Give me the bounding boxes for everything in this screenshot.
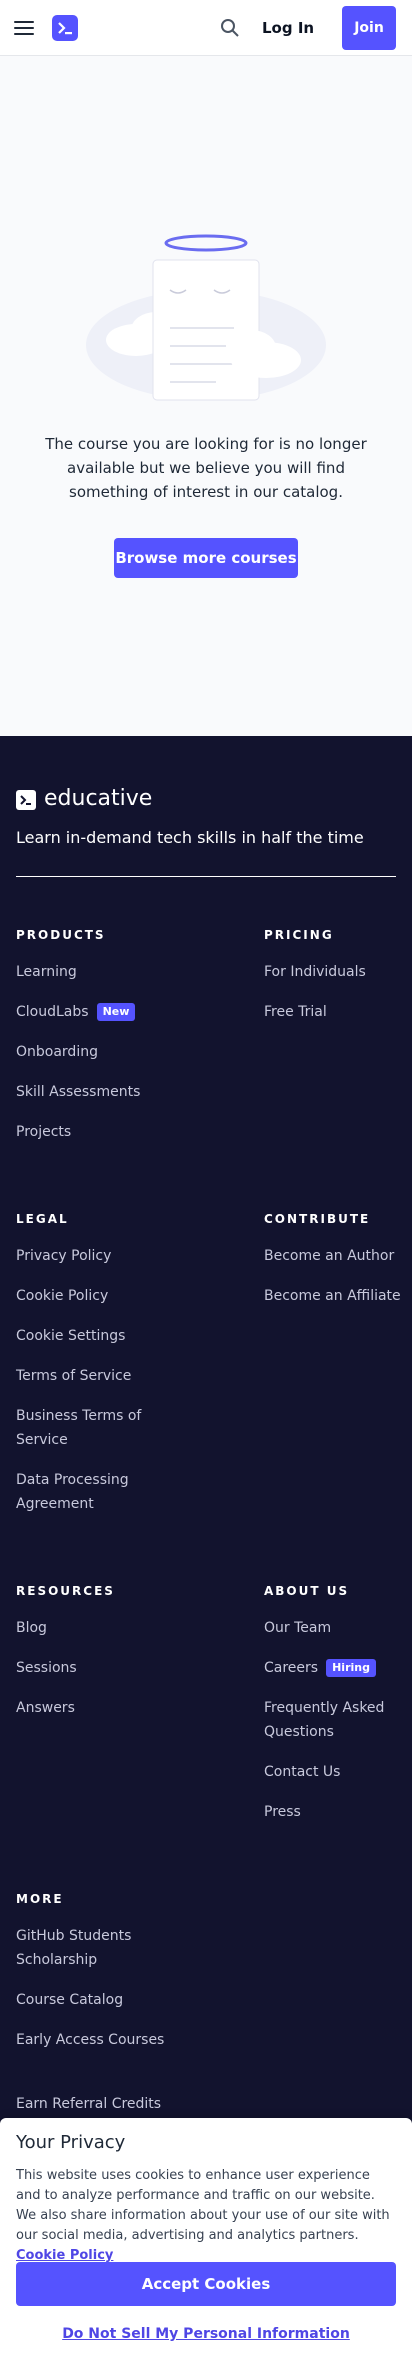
footer-tagline: Learn in-demand tech skills in half the … xyxy=(16,828,364,847)
link-sessions[interactable]: Sessions xyxy=(16,1656,166,1680)
login-button[interactable]: Log In xyxy=(262,14,314,42)
privacy-banner: Your Privacy This website uses cookies t… xyxy=(0,2118,412,2360)
link-privacy-policy[interactable]: Privacy Policy xyxy=(16,1244,166,1268)
link-projects[interactable]: Projects xyxy=(16,1120,166,1144)
link-cloudlabs-label[interactable]: CloudLabs xyxy=(16,1004,89,1020)
link-for-individuals[interactable]: For Individuals xyxy=(264,960,412,984)
link-become-author[interactable]: Become an Author xyxy=(264,1244,412,1268)
link-faq[interactable]: Frequently Asked Questions xyxy=(264,1696,412,1744)
privacy-title: Your Privacy xyxy=(16,2132,126,2153)
menu-icon[interactable] xyxy=(14,21,34,35)
top-nav: Log In Join xyxy=(0,0,412,56)
products-title: PRODUCTS xyxy=(16,928,106,942)
privacy-body: This website uses cookies to enhance use… xyxy=(16,2168,390,2243)
resources-title: RESOURCES xyxy=(16,1584,115,1598)
link-become-affiliate[interactable]: Become an Affiliate xyxy=(264,1284,412,1308)
link-cookie-policy[interactable]: Cookie Policy xyxy=(16,1284,166,1308)
contribute-title: CONTRIBUTE xyxy=(264,1212,371,1226)
link-terms-of-service[interactable]: Terms of Service xyxy=(16,1364,166,1388)
join-button[interactable]: Join xyxy=(342,6,396,50)
logo-icon[interactable] xyxy=(52,15,78,41)
link-business-terms[interactable]: Business Terms of Service xyxy=(16,1404,166,1452)
new-badge: New xyxy=(96,1003,136,1021)
link-answers[interactable]: Answers xyxy=(16,1696,166,1720)
link-free-trial[interactable]: Free Trial xyxy=(264,1000,412,1024)
accept-cookies-button[interactable]: Accept Cookies xyxy=(16,2262,396,2306)
pricing-title: PRICING xyxy=(264,928,334,942)
link-cookie-settings[interactable]: Cookie Settings xyxy=(16,1324,166,1348)
link-press[interactable]: Press xyxy=(264,1800,412,1824)
link-skill-assessments[interactable]: Skill Assessments xyxy=(16,1080,166,1104)
empty-state-illustration xyxy=(86,230,326,410)
search-icon[interactable] xyxy=(220,18,240,38)
empty-state-message: The course you are looking for is no lon… xyxy=(45,435,367,501)
link-onboarding[interactable]: Onboarding xyxy=(16,1040,166,1064)
footer-brand[interactable]: educative xyxy=(44,786,152,811)
link-contact-us[interactable]: Contact Us xyxy=(264,1760,412,1784)
do-not-sell-link[interactable]: Do Not Sell My Personal Information xyxy=(0,2326,412,2342)
about-title: ABOUT US xyxy=(264,1584,350,1598)
link-github-scholarship[interactable]: GitHub Students Scholarship xyxy=(16,1924,166,1972)
link-course-catalog[interactable]: Course Catalog xyxy=(16,1988,166,2012)
cookie-policy-link[interactable]: Cookie Policy xyxy=(16,2248,113,2263)
link-blog[interactable]: Blog xyxy=(16,1616,166,1640)
footer: educative Learn in-demand tech skills in… xyxy=(0,736,412,2360)
link-data-processing[interactable]: Data Processing Agreement xyxy=(16,1468,166,1516)
hiring-badge: Hiring xyxy=(326,1659,376,1677)
privacy-text: This website uses cookies to enhance use… xyxy=(16,2166,396,2266)
link-learning[interactable]: Learning xyxy=(16,960,166,984)
link-early-access[interactable]: Early Access Courses xyxy=(16,2028,166,2052)
link-referral-credits[interactable]: Earn Referral Credits xyxy=(16,2092,166,2116)
legal-title: LEGAL xyxy=(16,1212,69,1226)
browse-courses-button[interactable]: Browse more courses xyxy=(114,538,298,578)
footer-logo-icon[interactable] xyxy=(16,790,36,810)
link-careers[interactable]: Careers Hiring xyxy=(264,1656,412,1680)
footer-divider xyxy=(16,876,396,877)
link-our-team[interactable]: Our Team xyxy=(264,1616,412,1640)
more-title: MORE xyxy=(16,1892,64,1906)
link-careers-label[interactable]: Careers xyxy=(264,1660,318,1676)
link-cloudlabs[interactable]: CloudLabs New xyxy=(16,1000,166,1024)
